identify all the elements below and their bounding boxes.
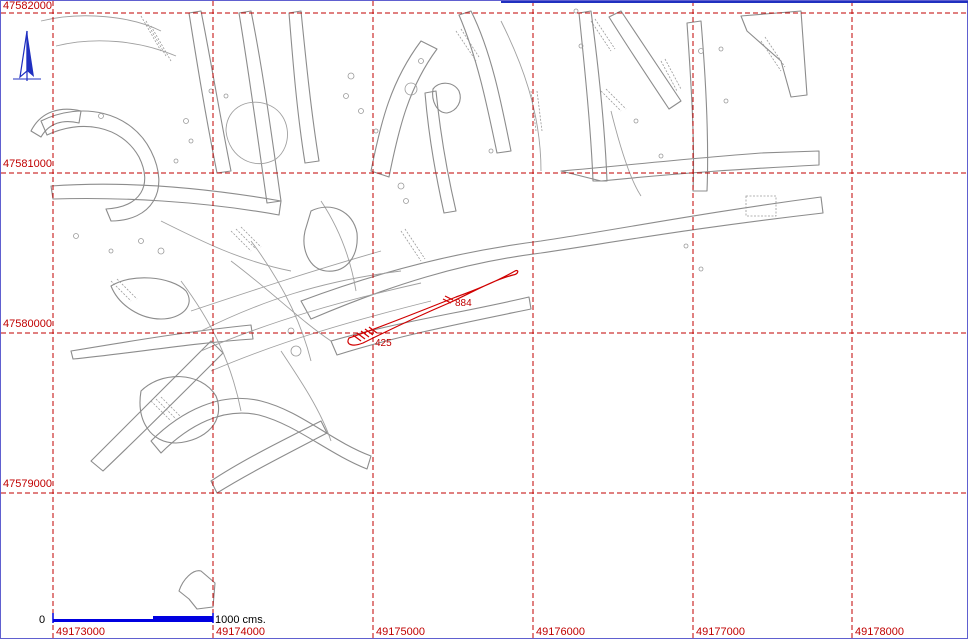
cave-wall-details [110,15,786,422]
boulder [138,238,144,244]
station-label-425: 425 [375,338,392,349]
passage-central-up [370,40,438,178]
passage-mid-vertical [424,90,457,214]
boulder [208,88,214,94]
scale-bar-start-label: 0 [39,614,45,626]
boulder [173,158,179,164]
boulder [633,118,639,124]
passage-ne-diagonal [608,10,682,110]
passage-north-arc-2 [55,40,177,57]
boulder [397,182,405,190]
passage-south-loop [210,420,328,494]
boulder [347,72,355,80]
passage-ne-vertical [578,10,608,182]
map-canvas[interactable]: 49173000 49174000 49175000 49176000 49177000… [1,1,968,640]
boulder [157,247,165,255]
grid-label-easting: 49178000 [855,626,904,638]
boulder [108,248,114,254]
boulder [418,58,424,64]
boulder [488,148,494,154]
wall-detail [110,278,138,302]
north-arrow-icon [13,30,41,81]
cave-passages [30,10,824,610]
passage-west-curve [30,108,82,138]
passage-centre-fan-5 [230,260,332,342]
passage-north-arc [40,15,162,32]
passage-centre-fan-8 [280,350,332,442]
wall-detail [140,15,172,62]
boulder [698,48,704,54]
cave-survey-map: 49173000 49174000 49175000 49176000 49177000… [0,0,968,640]
passage-centre-fan-7 [180,280,242,412]
grid-label-northing: 47581000 [3,158,52,170]
passage-centre-fan-10 [320,200,357,292]
grid-label-northing: 47580000 [3,318,52,330]
passage-west-blob [110,277,190,320]
boulder [358,108,364,114]
grid-label-northing: 47579000 [3,478,52,490]
boulder [223,93,229,99]
scale-bar-end-label: 1000 cms. [215,614,266,626]
boulder [718,46,724,52]
passage-east-curve [500,20,542,172]
grid-label-easting: 49175000 [376,626,425,638]
grid-label-easting: 49173000 [56,626,105,638]
boulder [723,98,729,104]
station-label-884: 884 [455,298,472,309]
passage-east-main [300,196,824,320]
passage-west-arc [40,110,160,222]
passage-south-main [150,397,372,470]
passage-north-tube [458,10,512,154]
passage-west-horizontal [50,183,282,216]
boulder [403,198,409,204]
grid-label-northing: 47582000 [3,1,52,12]
passage-northeast [560,150,820,182]
boulder [290,345,302,357]
boulder [658,153,664,159]
passage-south-isolated [178,570,216,610]
boulder [343,93,349,99]
passage-ne-wide [740,10,808,98]
boulder [183,118,189,124]
boulder [373,128,379,134]
boulder [73,233,79,239]
passage-east-curve-2 [610,110,642,197]
boulder [683,243,689,249]
boulder [573,8,579,14]
passage-west-long [70,324,254,360]
wall-detail [400,228,426,262]
wall-detail [600,88,627,112]
boulder [98,113,104,119]
boulder [188,138,194,144]
boulder [404,82,418,96]
passage-northwest-2 [238,10,282,204]
wall-detail [455,28,480,62]
grid-label-easting: 49176000 [536,626,585,638]
passage-sw-chamber [139,376,220,444]
scale-bar-thick [153,616,213,622]
boulders [73,8,729,357]
passage-centre-fan-9 [160,220,292,272]
passage-north-center [288,10,320,164]
boulder [698,266,704,272]
passage-northwest-1 [188,10,232,174]
grid-label-easting: 49177000 [696,626,745,638]
wall-detail [150,396,182,422]
passage-far-north-east [686,20,709,192]
wall-detail [230,226,262,252]
scale-bar: 0 1000 cms. [39,613,266,626]
grid-label-easting: 49174000 [216,626,265,638]
passage-east-lower [330,296,532,356]
